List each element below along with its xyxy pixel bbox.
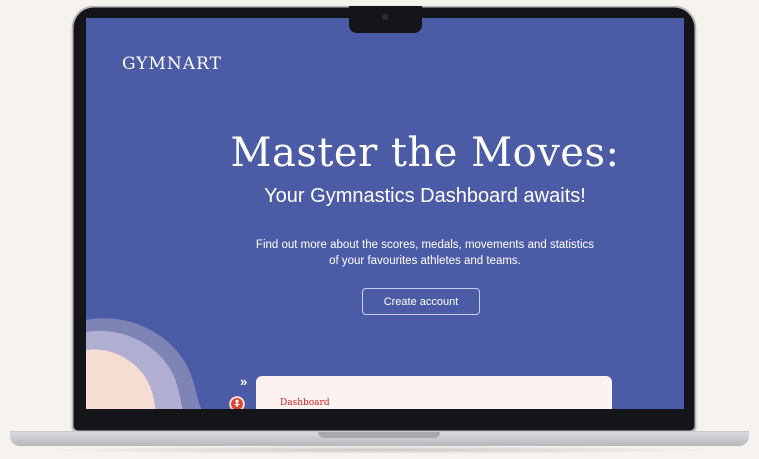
hero-description-line-1: Find out more about the scores, medals, …	[255, 239, 595, 251]
laptop-hinge-notch	[318, 432, 440, 438]
hero-description: Find out more about the scores, medals, …	[86, 237, 684, 269]
camera-icon	[382, 14, 388, 20]
hero-subtitle: Your Gymnastics Dashboard awaits!	[264, 185, 586, 207]
decorative-wave-shape	[86, 318, 202, 409]
gymnast-icon	[229, 396, 245, 409]
laptop-mockup-stage: GYMNART Master the Moves: Your Gymnastic…	[0, 0, 759, 459]
laptop-screen: GYMNART Master the Moves: Your Gymnastic…	[86, 18, 684, 409]
dashboard-preview-card: Dashboard	[256, 376, 612, 409]
hero-title: Master the Moves:	[230, 130, 620, 176]
dashboard-title: Dashboard	[280, 398, 330, 408]
brand-logo[interactable]: GYMNART	[122, 54, 222, 74]
hero-description-line-2: of your favourites athletes and teams.	[329, 255, 521, 267]
camera-notch	[349, 6, 422, 33]
laptop-shadow	[36, 446, 724, 454]
create-account-button[interactable]: Create account	[362, 288, 480, 315]
chevrons-right-icon[interactable]: »	[240, 374, 247, 389]
